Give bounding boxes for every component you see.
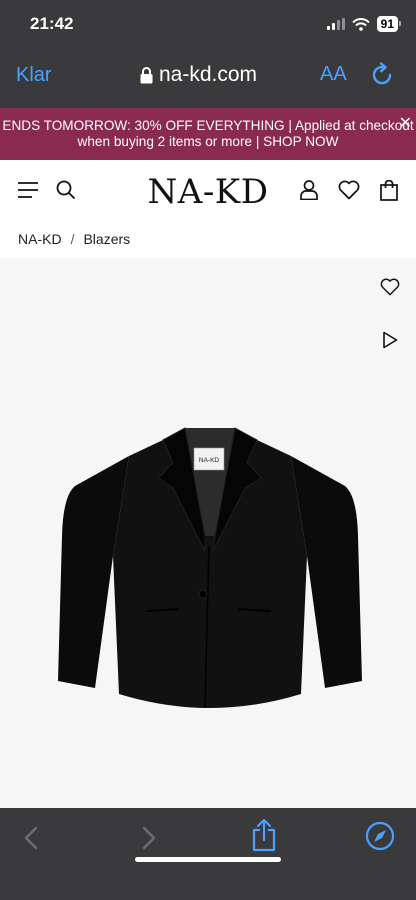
cellular-signal-icon [326, 18, 345, 30]
compass-icon[interactable] [365, 821, 395, 851]
status-indicators: 91 [326, 16, 402, 32]
status-bar: 21:42 91 [0, 0, 416, 50]
promo-text-line2: when buying 2 items or more | SHOP NOW [77, 134, 339, 149]
share-icon[interactable] [251, 818, 277, 852]
account-icon[interactable] [300, 180, 318, 200]
bag-icon[interactable] [380, 180, 398, 201]
url-text: na-kd.com [159, 63, 258, 86]
text-size-button[interactable]: AA [320, 63, 347, 86]
product-image-area[interactable]: NA-KD [0, 258, 416, 808]
heart-icon[interactable] [380, 278, 400, 296]
wifi-icon [351, 17, 370, 31]
home-indicator [135, 857, 281, 862]
breadcrumb-home[interactable]: NA-KD [18, 231, 62, 247]
forward-icon[interactable] [141, 826, 157, 850]
promo-banner[interactable]: ENDS TOMORROW: 30% OFF EVERYTHING | Appl… [0, 108, 416, 160]
breadcrumb-blazers[interactable]: Blazers [83, 231, 130, 247]
back-icon[interactable] [23, 826, 39, 850]
product-tag: NA-KD [199, 457, 220, 464]
status-time: 21:42 [30, 14, 74, 33]
browser-toolbar [0, 808, 416, 900]
wishlist-icon[interactable] [338, 180, 360, 200]
battery-indicator: 91 [376, 16, 402, 32]
breadcrumb-separator: / [70, 231, 75, 247]
breadcrumb: NA-KD / Blazers [0, 222, 416, 258]
product-image: NA-KD [58, 427, 362, 709]
reload-icon[interactable] [370, 62, 394, 88]
site-header: NA-KD [0, 160, 416, 222]
promo-text-line1: ENDS TOMORROW: 30% OFF EVERYTHING | Appl… [2, 118, 414, 133]
close-icon[interactable]: ✕ [399, 116, 412, 132]
done-button[interactable]: Klar [16, 64, 52, 87]
play-icon[interactable] [382, 331, 398, 349]
lock-icon [140, 66, 153, 83]
url-field[interactable]: na-kd.com [140, 63, 257, 87]
browser-address-bar: Klar na-kd.com AA [0, 50, 416, 108]
